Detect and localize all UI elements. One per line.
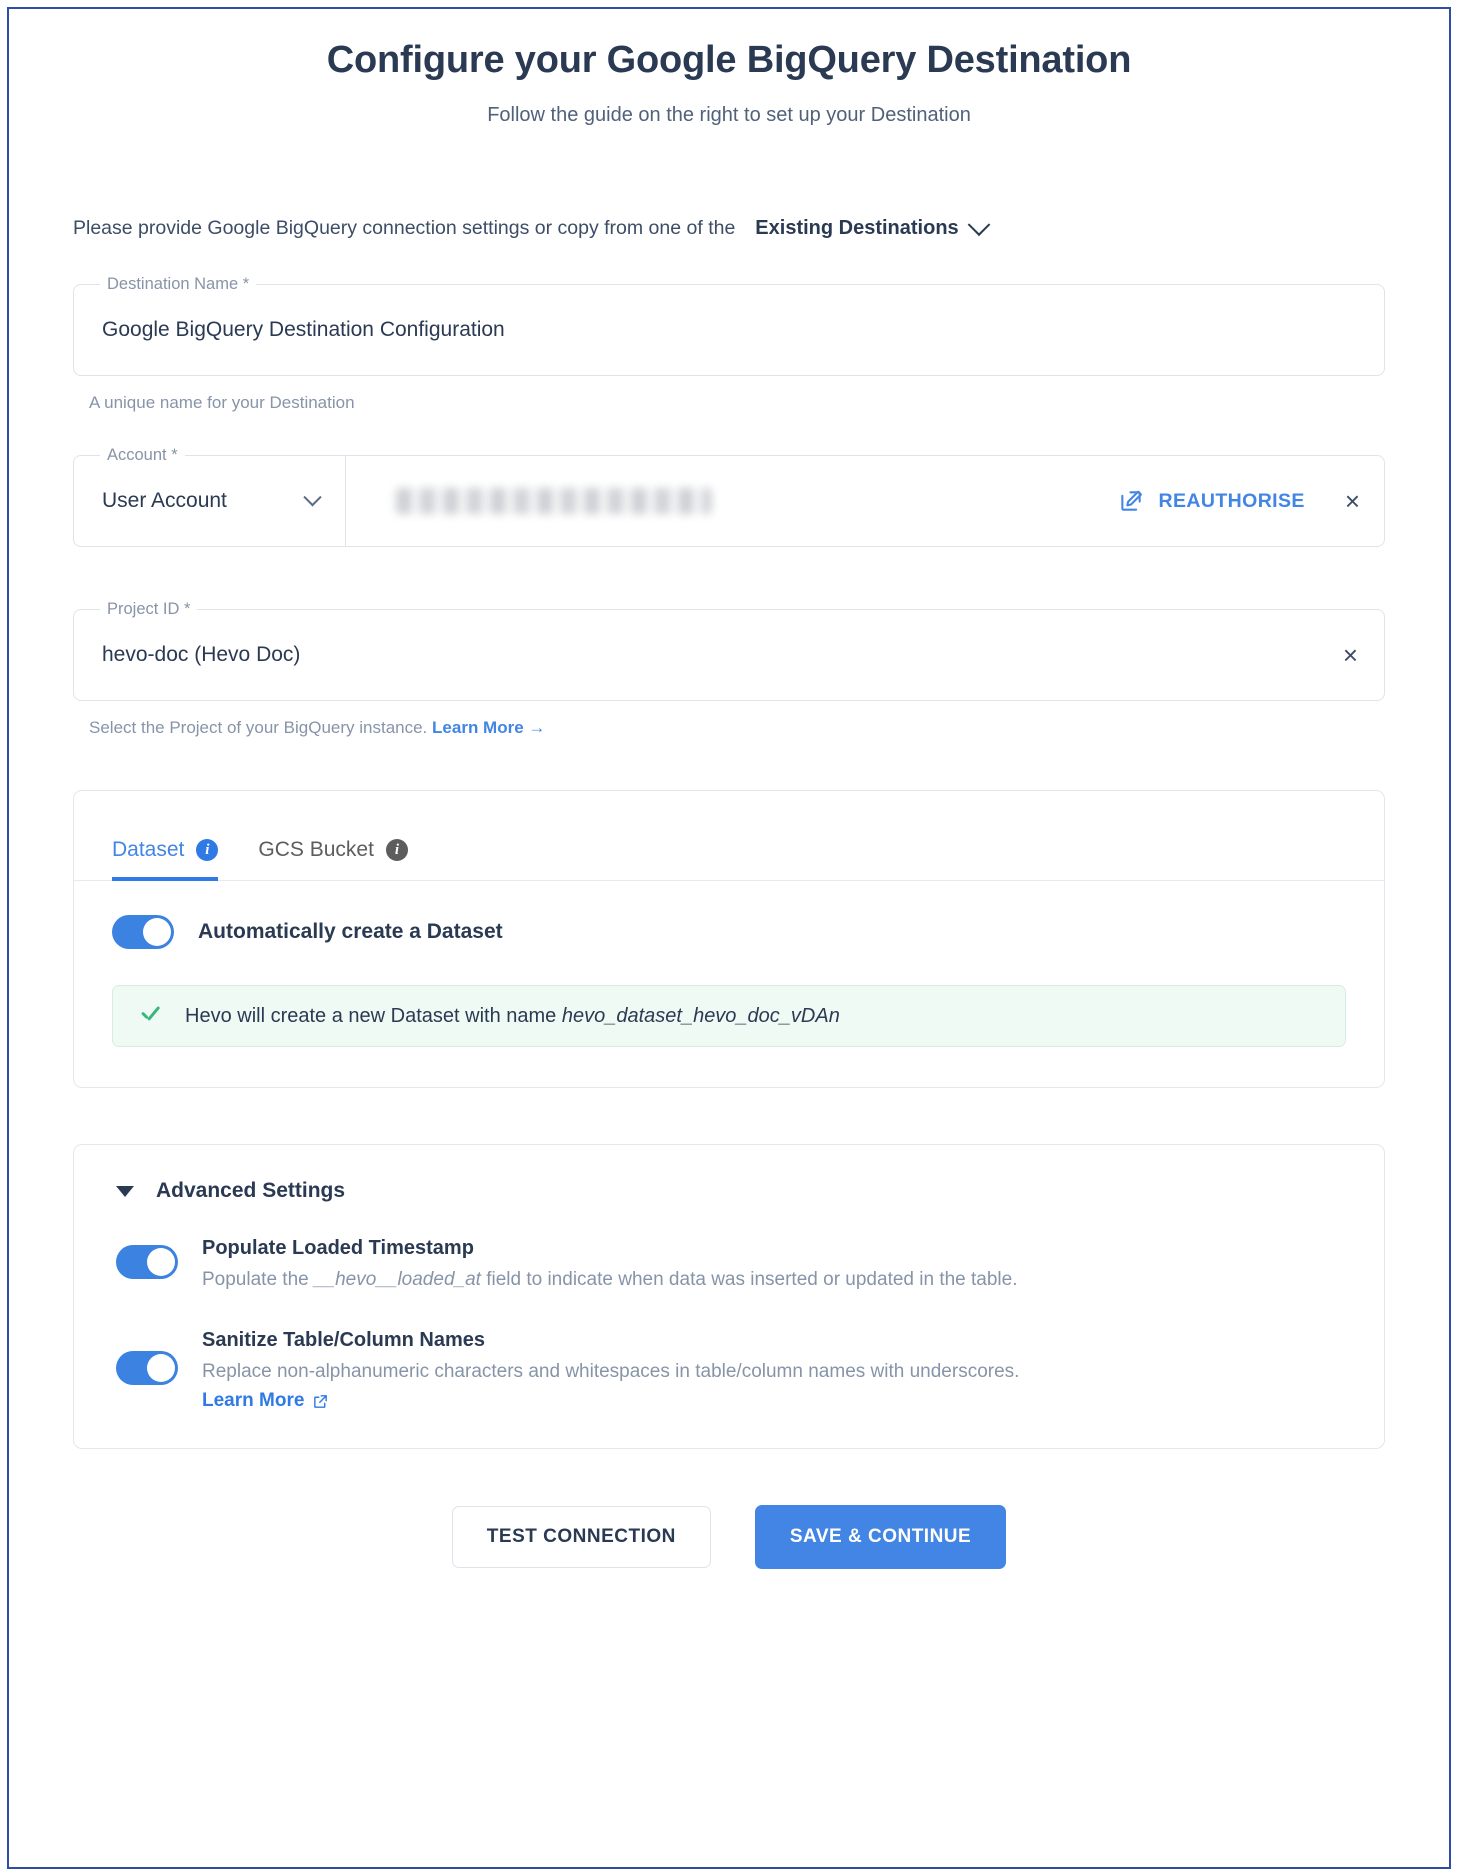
sanitize-names-texts: Sanitize Table/Column Names Replace non-…: [202, 1329, 1346, 1413]
existing-destinations-label: Existing Destinations: [755, 217, 959, 239]
save-and-continue-button[interactable]: SAVE & CONTINUE: [754, 1505, 1007, 1570]
project-id-group: Project ID * hevo-doc (Hevo Doc) × Selec…: [9, 599, 1449, 738]
dataset-name-banner-text: Hevo will create a new Dataset with name…: [185, 1005, 840, 1028]
advanced-settings-card: Advanced Settings Populate Loaded Timest…: [73, 1144, 1385, 1450]
desc-suffix: field to indicate when data was inserted…: [486, 1269, 1018, 1290]
desc-prefix: Populate the: [202, 1269, 309, 1290]
project-id-legend: Project ID *: [100, 599, 198, 619]
project-id-field[interactable]: Project ID * hevo-doc (Hevo Doc) ×: [73, 599, 1385, 701]
project-id-value: hevo-doc (Hevo Doc): [102, 643, 301, 666]
sanitize-names-learn-more-link[interactable]: Learn More: [202, 1390, 329, 1412]
dataset-tabs: Dataset i GCS Bucket i: [74, 791, 1384, 881]
tab-dataset-label: Dataset: [112, 838, 185, 861]
banner-prefix: Hevo will create a new Dataset with name: [185, 1004, 557, 1027]
tab-gcs-bucket[interactable]: GCS Bucket i: [258, 838, 408, 880]
arrow-right-icon: →: [528, 718, 546, 737]
sanitize-names-name: Sanitize Table/Column Names: [202, 1328, 486, 1351]
advanced-item-sanitize-names: Sanitize Table/Column Names Replace non-…: [74, 1329, 1384, 1413]
destination-name-group: Destination Name * Google BigQuery Desti…: [9, 274, 1449, 413]
sanitize-names-toggle[interactable]: [116, 1350, 178, 1385]
account-details: REAUTHORISE ×: [346, 456, 1384, 546]
account-legend: Account *: [100, 445, 185, 465]
account-group: Account * User Account REAUTHORISE ×: [9, 445, 1449, 547]
tab-gcs-bucket-label: GCS Bucket: [258, 838, 374, 861]
chevron-down-icon: [303, 487, 322, 506]
footer-actions: TEST CONNECTION SAVE & CONTINUE: [9, 1505, 1449, 1570]
account-clear-button[interactable]: ×: [1345, 488, 1360, 514]
advanced-settings-header[interactable]: Advanced Settings: [74, 1145, 1384, 1203]
auto-create-dataset-toggle[interactable]: [112, 915, 174, 949]
app-window: Configure your Google BigQuery Destinati…: [7, 7, 1451, 1869]
info-icon[interactable]: i: [385, 839, 408, 861]
advanced-settings-title: Advanced Settings: [156, 1179, 346, 1202]
project-id-learn-more-link[interactable]: Learn More: [432, 718, 524, 737]
populate-loaded-timestamp-name: Populate Loaded Timestamp: [202, 1237, 474, 1259]
sanitize-names-learn-more-label: Learn More: [202, 1390, 305, 1412]
desc-code: __hevo__loaded_at: [313, 1269, 481, 1290]
project-id-helper: Select the Project of your BigQuery inst…: [89, 718, 1385, 738]
page-title: Configure your Google BigQuery Destinati…: [326, 39, 1132, 81]
test-connection-button[interactable]: TEST CONNECTION: [451, 1506, 711, 1569]
auto-create-dataset-label: Automatically create a Dataset: [198, 920, 503, 943]
chevron-down-icon: [967, 212, 990, 236]
destination-name-field[interactable]: Destination Name * Google BigQuery Desti…: [73, 274, 1385, 376]
caret-down-icon: [116, 1185, 134, 1197]
project-id-learn-more-label: Learn More: [432, 718, 524, 737]
destination-name-value: Google BigQuery Destination Configuratio…: [102, 318, 505, 341]
tab-dataset[interactable]: Dataset i: [112, 838, 219, 881]
advanced-settings-group: Advanced Settings Populate Loaded Timest…: [9, 1144, 1449, 1450]
dataset-name-banner: Hevo will create a new Dataset with name…: [112, 985, 1346, 1047]
edit-icon: [1121, 490, 1143, 511]
page-subtitle: Follow the guide on the right to set up …: [487, 104, 971, 126]
auto-create-dataset-row: Automatically create a Dataset: [112, 915, 1346, 949]
account-type-select[interactable]: User Account: [74, 456, 346, 546]
banner-dataset-name: hevo_dataset_hevo_doc_vDAn: [561, 1004, 840, 1027]
dataset-tab-body: Automatically create a Dataset Hevo will…: [74, 881, 1384, 1087]
info-icon[interactable]: i: [196, 839, 219, 861]
existing-destinations-dropdown[interactable]: Existing Destinations: [755, 212, 990, 240]
check-icon: [139, 1004, 163, 1028]
account-type-value: User Account: [102, 489, 227, 512]
dataset-card-group: Dataset i GCS Bucket i Automatically cre…: [9, 790, 1449, 1088]
populate-loaded-timestamp-texts: Populate Loaded Timestamp Populate the _…: [202, 1237, 1346, 1293]
dataset-card: Dataset i GCS Bucket i Automatically cre…: [73, 790, 1385, 1088]
intro-text: Please provide Google BigQuery connectio…: [73, 217, 736, 239]
advanced-item-populate-loaded-timestamp: Populate Loaded Timestamp Populate the _…: [74, 1237, 1384, 1293]
account-email-redacted: [396, 488, 712, 514]
intro-row: Please provide Google BigQuery connectio…: [9, 212, 1449, 240]
reauthorise-label: REAUTHORISE: [1158, 489, 1305, 512]
project-id-helper-text: Select the Project of your BigQuery inst…: [89, 718, 428, 737]
external-link-icon: [314, 1394, 328, 1408]
populate-loaded-timestamp-desc: Populate the __hevo__loaded_at field to …: [202, 1267, 1346, 1293]
sanitize-names-desc: Replace non-alphanumeric characters and …: [202, 1360, 1020, 1382]
populate-loaded-timestamp-toggle[interactable]: [116, 1245, 178, 1279]
project-id-clear-button[interactable]: ×: [1343, 642, 1358, 668]
destination-name-legend: Destination Name *: [100, 274, 257, 294]
account-field: Account * User Account REAUTHORISE ×: [73, 445, 1385, 547]
reauthorise-button[interactable]: REAUTHORISE: [1118, 488, 1304, 514]
destination-name-helper: A unique name for your Destination: [89, 393, 355, 412]
